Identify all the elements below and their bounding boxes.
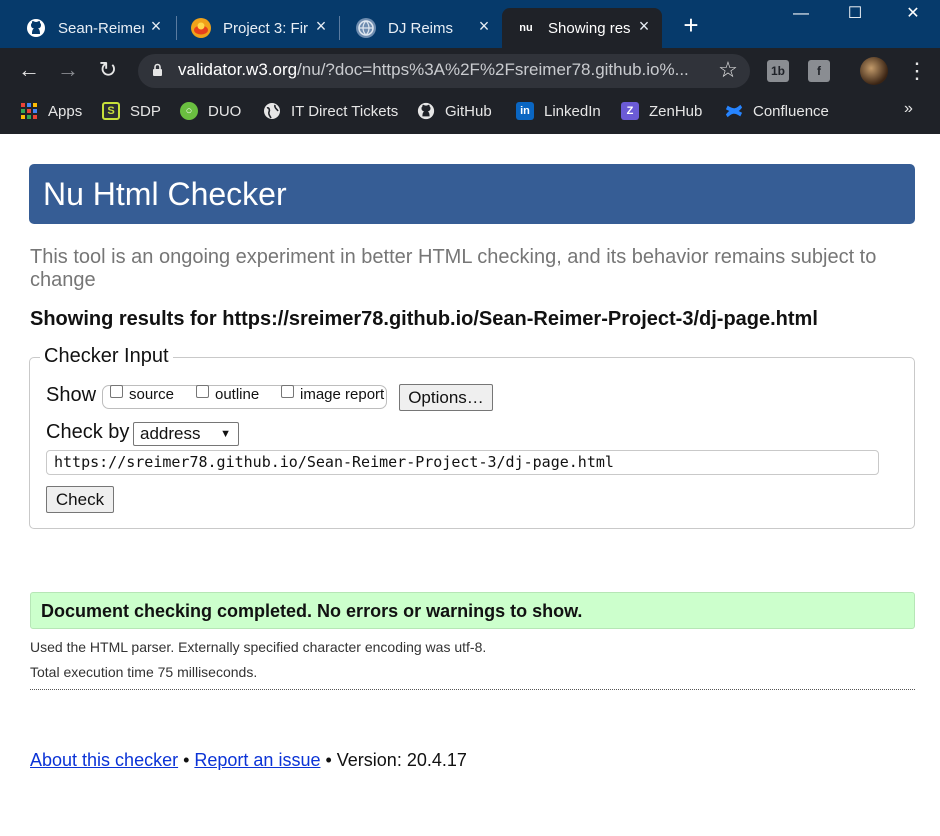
- check-button[interactable]: Check: [46, 486, 114, 513]
- bookmark-label: SDP: [130, 102, 161, 120]
- tab-title: DJ Reims: [388, 19, 454, 37]
- check-by-selected-value: address: [140, 424, 201, 443]
- image-report-checkbox[interactable]: image report: [281, 385, 385, 403]
- bookmark-label: Confluence: [753, 102, 829, 120]
- reload-icon[interactable]: ↻: [95, 58, 121, 84]
- tab-showing-results[interactable]: nu Showing res ×: [502, 8, 662, 48]
- linkedin-icon: in: [516, 102, 534, 120]
- tab-close-icon[interactable]: ×: [474, 16, 494, 36]
- footer-separator: •: [178, 750, 195, 770]
- tab-title: Sean-Reimer: [58, 19, 144, 37]
- bookmark-it-direct[interactable]: IT Direct Tickets: [263, 100, 398, 122]
- bookmark-label: IT Direct Tickets: [291, 102, 399, 120]
- checkbox-label: outline: [215, 386, 260, 403]
- outline-checkbox[interactable]: outline: [196, 385, 260, 403]
- address-url[interactable]: validator.w3.org/nu/?doc=https%3A%2F%2Fs…: [178, 60, 708, 80]
- about-checker-link[interactable]: About this checker: [30, 750, 178, 770]
- sdp-icon: S: [102, 102, 120, 120]
- close-window-icon[interactable]: ✕: [890, 0, 936, 30]
- tab-github[interactable]: Sean-Reimer ×: [10, 8, 174, 48]
- bookmark-sdp[interactable]: S SDP: [102, 100, 161, 122]
- duo-icon: ○: [180, 102, 198, 120]
- menu-kebab-icon[interactable]: ⋮: [906, 58, 928, 84]
- divider: [30, 689, 915, 690]
- dropdown-arrow-icon: ▼: [220, 428, 231, 440]
- success-message-box: Document checking completed. No errors o…: [30, 592, 915, 629]
- checkbox-box[interactable]: [196, 385, 209, 398]
- bookmark-label: GitHub: [445, 102, 492, 120]
- source-checkbox[interactable]: source: [110, 385, 175, 403]
- github-icon: [417, 102, 435, 120]
- version-text: Version: 20.4.17: [336, 750, 467, 770]
- extension-f-icon[interactable]: f: [808, 60, 830, 82]
- bookmark-apps[interactable]: Apps: [20, 100, 82, 122]
- forward-icon[interactable]: →: [55, 58, 81, 84]
- bookmark-label: Apps: [48, 102, 83, 120]
- bookmark-confluence[interactable]: Confluence: [725, 100, 829, 122]
- footer: About this checker • Report an issue • V…: [30, 750, 467, 771]
- tab-dj-reims[interactable]: DJ Reims ×: [340, 8, 502, 48]
- profile-avatar[interactable]: [860, 57, 888, 85]
- zenhub-icon: Z: [621, 102, 639, 120]
- apps-grid-icon: [20, 102, 38, 120]
- bookmark-label: LinkedIn: [544, 102, 601, 120]
- parser-note: Used the HTML parser. Externally specifi…: [30, 639, 487, 655]
- tab-title: Project 3: Fir: [223, 19, 309, 37]
- project-icon: [191, 18, 211, 38]
- execution-time: Total execution time 75 milliseconds.: [30, 664, 258, 680]
- extension-1b-icon[interactable]: 1b: [767, 60, 789, 82]
- tab-title: Showing res: [548, 19, 631, 37]
- options-button[interactable]: Options…: [399, 384, 493, 411]
- show-label: Show: [46, 384, 97, 406]
- globe-icon: [263, 102, 281, 120]
- tab-close-icon[interactable]: ×: [634, 16, 654, 36]
- intro-text: This tool is an ongoing experiment in be…: [30, 246, 877, 291]
- lock-icon: [152, 63, 163, 77]
- checkbox-label: source: [129, 386, 175, 403]
- bookmark-github[interactable]: GitHub: [417, 100, 492, 122]
- back-icon[interactable]: ←: [16, 58, 42, 84]
- tab-close-icon[interactable]: ×: [146, 16, 166, 36]
- tab-project[interactable]: Project 3: Fir ×: [175, 8, 339, 48]
- nu-icon: nu: [519, 22, 533, 34]
- page-header-banner: Nu Html Checker: [29, 164, 915, 224]
- url-path: /nu/?doc=https%3A%2F%2Fsreimer78.github.…: [297, 60, 689, 79]
- maximize-icon[interactable]: ☐: [832, 0, 878, 30]
- check-by-label: Check by: [46, 421, 130, 443]
- bookmark-linkedin[interactable]: in LinkedIn: [516, 100, 601, 122]
- tab-close-icon[interactable]: ×: [311, 16, 331, 36]
- github-icon: [26, 18, 46, 38]
- bookmark-star-icon[interactable]: ☆: [716, 58, 740, 82]
- report-issue-link[interactable]: Report an issue: [194, 750, 320, 770]
- document-url-input[interactable]: https://sreimer78.github.io/Sean-Reimer-…: [46, 450, 879, 475]
- page-title: Nu Html Checker: [43, 176, 287, 212]
- checkbox-box[interactable]: [281, 385, 294, 398]
- new-tab-icon[interactable]: +: [678, 12, 704, 38]
- minimize-icon[interactable]: —: [778, 0, 824, 30]
- url-host: validator.w3.org: [178, 60, 298, 79]
- globe-icon: [356, 18, 376, 38]
- bookmark-zenhub[interactable]: Z ZenHub: [621, 100, 702, 122]
- bookmark-label: DUO: [208, 102, 242, 120]
- success-message: Document checking completed. No errors o…: [41, 601, 583, 621]
- confluence-icon: [725, 102, 743, 120]
- footer-separator: •: [320, 750, 337, 770]
- checker-input-legend: Checker Input: [40, 345, 173, 368]
- bookmark-duo[interactable]: ○ DUO: [180, 100, 241, 122]
- check-by-select[interactable]: address ▼: [133, 422, 239, 446]
- bookmark-label: ZenHub: [649, 102, 703, 120]
- checkbox-label: image report: [300, 386, 385, 403]
- results-heading: Showing results for https://sreimer78.gi…: [30, 308, 818, 330]
- checkbox-box[interactable]: [110, 385, 123, 398]
- bookmarks-overflow-button[interactable]: »: [904, 100, 913, 118]
